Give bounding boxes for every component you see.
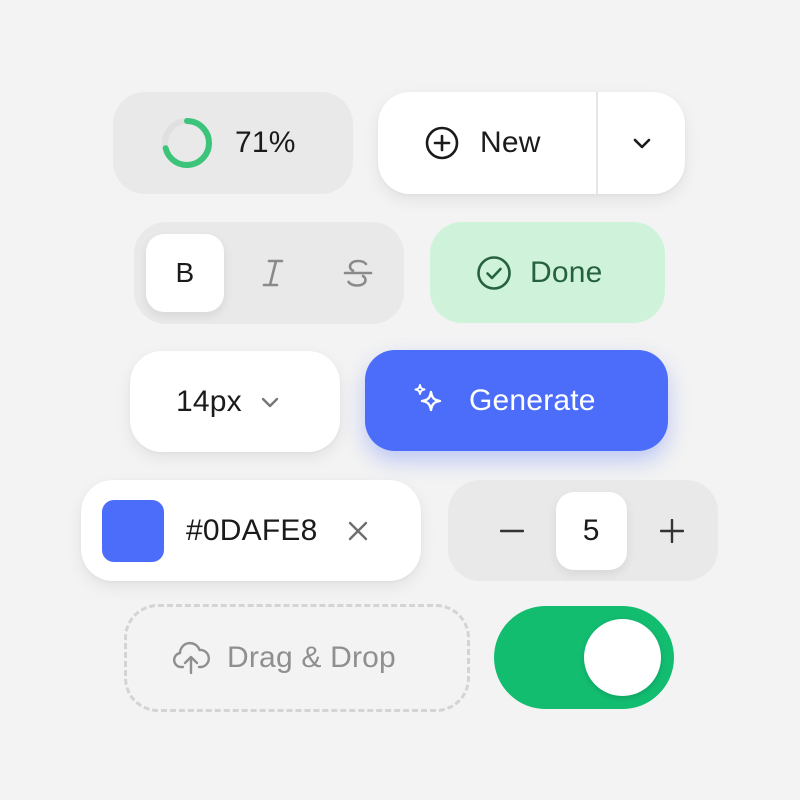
italic-button[interactable] bbox=[234, 234, 312, 312]
generate-button[interactable]: Generate bbox=[365, 350, 668, 451]
done-button[interactable]: Done bbox=[430, 222, 665, 323]
sparkles-icon bbox=[414, 383, 442, 411]
new-button-label: New bbox=[480, 126, 541, 159]
stepper-value[interactable]: 5 bbox=[555, 491, 627, 570]
chevron-down-icon bbox=[633, 138, 650, 149]
new-button[interactable]: New bbox=[378, 92, 596, 194]
progress-label: 71% bbox=[235, 126, 296, 159]
increment-button[interactable] bbox=[627, 480, 718, 581]
clear-color-button[interactable] bbox=[347, 520, 369, 542]
file-drop-zone[interactable]: Drag & Drop bbox=[124, 604, 470, 712]
bold-icon: B bbox=[175, 257, 195, 288]
decrement-button[interactable] bbox=[468, 480, 556, 581]
plus-circle-icon bbox=[425, 126, 459, 160]
strikethrough-icon bbox=[343, 259, 373, 287]
strikethrough-button[interactable] bbox=[319, 234, 397, 312]
new-split-button: New bbox=[378, 92, 685, 194]
close-icon bbox=[349, 521, 368, 540]
toggle-knob bbox=[584, 619, 661, 696]
bold-button[interactable]: B bbox=[146, 234, 224, 312]
color-swatch[interactable] bbox=[102, 499, 164, 562]
italic-icon bbox=[262, 259, 284, 287]
drop-zone-label: Drag & Drop bbox=[227, 641, 396, 674]
cloud-upload-icon bbox=[172, 641, 210, 675]
new-dropdown-button[interactable] bbox=[598, 92, 685, 194]
font-size-value: 14px bbox=[176, 384, 242, 418]
quantity-stepper: 5 bbox=[448, 480, 718, 581]
font-size-select[interactable]: 14px bbox=[130, 351, 340, 452]
color-field[interactable]: #0DAFE8 bbox=[81, 480, 421, 581]
stepper-value-text: 5 bbox=[582, 513, 600, 547]
text-format-group: B bbox=[134, 222, 404, 324]
color-hex-value: #0DAFE8 bbox=[186, 513, 318, 547]
generate-label: Generate bbox=[469, 383, 596, 417]
check-circle-icon bbox=[477, 255, 511, 290]
chevron-down-icon bbox=[261, 397, 279, 407]
progress-ring-icon bbox=[162, 118, 212, 168]
progress-indicator: 71% bbox=[113, 92, 353, 194]
minus-icon bbox=[499, 529, 524, 532]
done-label: Done bbox=[530, 255, 603, 289]
plus-icon bbox=[660, 518, 685, 543]
toggle-switch[interactable] bbox=[494, 606, 674, 709]
